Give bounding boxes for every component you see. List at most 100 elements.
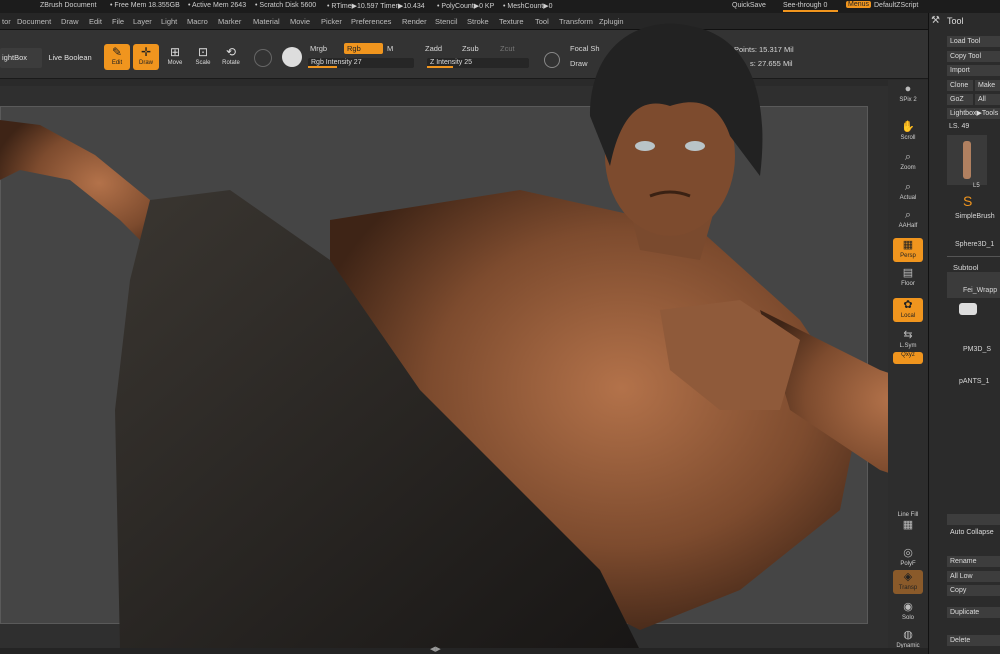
scroll-label: Scroll: [900, 135, 916, 141]
aahalf-label: AAHalf: [898, 223, 918, 229]
spix-button[interactable]: ● SPix 2: [893, 82, 923, 106]
menu-item[interactable]: Material: [253, 17, 280, 26]
mrgb-button[interactable]: Mrgb: [310, 44, 327, 53]
all-low-button[interactable]: All Low: [947, 571, 1000, 582]
rotate-button[interactable]: ⟲ Rotate: [218, 44, 244, 70]
tool-thumbnail-figure[interactable]: [947, 135, 987, 185]
divider: [947, 256, 1000, 257]
persp-button[interactable]: ▦ Persp: [893, 238, 923, 262]
menu-item[interactable]: Movie: [290, 17, 310, 26]
polyf-button[interactable]: ◎ PolyF: [893, 546, 923, 570]
subtool-item[interactable]: Fei_Wrapp: [947, 272, 1000, 298]
menu-item[interactable]: Draw: [61, 17, 79, 26]
menu-item[interactable]: Document: [17, 17, 51, 26]
ls-label: LS. 49: [949, 123, 970, 130]
solo-label: Solo: [901, 615, 914, 621]
lsym-button[interactable]: ⇆ L.Sym: [893, 328, 923, 352]
menu-item[interactable]: Marker: [218, 17, 241, 26]
line-fill-button[interactable]: Line Fill ▦: [893, 512, 923, 536]
menu-item[interactable]: Tool: [535, 17, 549, 26]
load-tool-button[interactable]: Load Tool: [947, 36, 1000, 47]
free-mem: • Free Mem 18.355GB: [110, 2, 180, 9]
transp-button[interactable]: ◈ Transp: [893, 570, 923, 594]
make-polymesh-button[interactable]: Make: [975, 80, 1000, 91]
actual-button[interactable]: ⌕ Actual: [893, 180, 923, 204]
tool-panel: ⚒ Tool Load Tool Copy Tool Import Clone …: [928, 13, 1000, 654]
zcut-button[interactable]: Zcut: [500, 44, 515, 53]
menus-button[interactable]: Menus: [846, 1, 872, 8]
solo-button[interactable]: ◉ Solo: [893, 600, 923, 624]
app-title: ZBrush Document: [40, 2, 97, 9]
subtool-item[interactable]: PM3D_S: [947, 331, 1000, 357]
quicksave-button[interactable]: QuickSave: [732, 2, 766, 9]
rgb-intensity-slider[interactable]: Rgb Intensity 27: [308, 58, 414, 68]
tool-icon: ⚒: [931, 15, 940, 26]
zsub-button[interactable]: Zsub: [462, 44, 479, 53]
delete-button[interactable]: Delete: [947, 635, 1000, 646]
dynamic-icon: ◍: [903, 629, 913, 641]
auto-collapse-button[interactable]: Auto Collapse: [947, 527, 1000, 538]
clone-button[interactable]: Clone: [947, 80, 973, 91]
menu-item[interactable]: Preferences: [351, 17, 391, 26]
default-zscript[interactable]: DefaultZScript: [874, 2, 918, 9]
local-label: Local: [900, 313, 916, 319]
menu-item[interactable]: Render: [402, 17, 427, 26]
menu-item[interactable]: Stencil: [435, 17, 458, 26]
qxyz-button[interactable]: Qxyz: [893, 352, 923, 364]
subtool-item[interactable]: pANTS_1: [947, 363, 1000, 389]
bottom-shelf-toggle-icon[interactable]: ◀▶: [430, 645, 441, 653]
menu-item[interactable]: Stroke: [467, 17, 489, 26]
sphere-tool-label[interactable]: Sphere3D_1: [955, 241, 994, 248]
brush-settings-icon[interactable]: [544, 52, 560, 68]
head[interactable]: [570, 16, 770, 246]
subtool-header[interactable]: Subtool: [953, 263, 978, 272]
floor-button[interactable]: ▤ Floor: [893, 266, 923, 290]
subtool-thumb-icon: [959, 303, 977, 315]
menu-item[interactable]: Layer: [133, 17, 152, 26]
m-button[interactable]: M: [387, 44, 393, 53]
gizmo-icon[interactable]: [254, 49, 272, 67]
list-all-button[interactable]: [947, 514, 1000, 525]
menu-item[interactable]: Light: [161, 17, 177, 26]
see-through-slider[interactable]: See-through 0: [783, 2, 827, 9]
lightbox-button[interactable]: ightBox: [0, 48, 42, 68]
menu-item[interactable]: Texture: [499, 17, 524, 26]
move-button[interactable]: ⊞ Move: [162, 44, 188, 70]
local-button[interactable]: ✿ Local: [893, 298, 923, 322]
scale-button[interactable]: ⊡ Scale: [190, 44, 216, 70]
all-button[interactable]: All: [975, 94, 1000, 105]
material-sphere-icon[interactable]: [282, 47, 302, 67]
solo-icon: ◉: [903, 601, 913, 613]
figure-thumb-icon: [963, 141, 971, 179]
goz-button[interactable]: GoZ: [947, 94, 973, 105]
z-intensity-slider[interactable]: Z Intensity 25: [427, 58, 529, 68]
draw-button[interactable]: ✛ Draw: [133, 44, 159, 70]
simplebrush-icon[interactable]: S: [963, 193, 972, 209]
menu-item[interactable]: File: [112, 17, 124, 26]
top-shelf: ightBox Live Boolean ✎ Edit ✛ Draw ⊞ Move ⊡…: [0, 30, 928, 79]
scroll-button[interactable]: ✋ Scroll: [893, 120, 923, 144]
zoom-button[interactable]: ⌕ Zoom: [893, 150, 923, 174]
sculpt-model[interactable]: [0, 110, 1000, 650]
menu-item[interactable]: tor: [2, 17, 11, 26]
rename-button[interactable]: Rename: [947, 556, 1000, 567]
aahalf-button[interactable]: ⌕ AAHalf: [893, 208, 923, 232]
sphere-icon: ●: [904, 83, 912, 95]
polyf-button-icon: ◎: [903, 547, 913, 559]
edit-button[interactable]: ✎ Edit: [104, 44, 130, 70]
import-button[interactable]: Import: [947, 65, 1000, 76]
live-boolean-button[interactable]: Live Boolean: [44, 48, 96, 68]
menu-item[interactable]: Macro: [187, 17, 208, 26]
menu-item[interactable]: Edit: [89, 17, 102, 26]
scale-label: Scale: [195, 60, 211, 66]
menu-item[interactable]: Picker: [321, 17, 342, 26]
duplicate-button[interactable]: Duplicate: [947, 607, 1000, 618]
copy-subtool-button[interactable]: Copy: [947, 585, 1000, 596]
rgb-button[interactable]: Rgb: [344, 43, 383, 54]
zadd-button[interactable]: Zadd: [425, 44, 442, 53]
copy-tool-button[interactable]: Copy Tool: [947, 51, 1000, 62]
tool-panel-title[interactable]: Tool: [947, 16, 964, 26]
lightbox-tools-button[interactable]: Lightbox▶Tools: [947, 108, 1000, 119]
spix-label: SPix 2: [899, 97, 917, 103]
actual-label: Actual: [899, 195, 917, 201]
